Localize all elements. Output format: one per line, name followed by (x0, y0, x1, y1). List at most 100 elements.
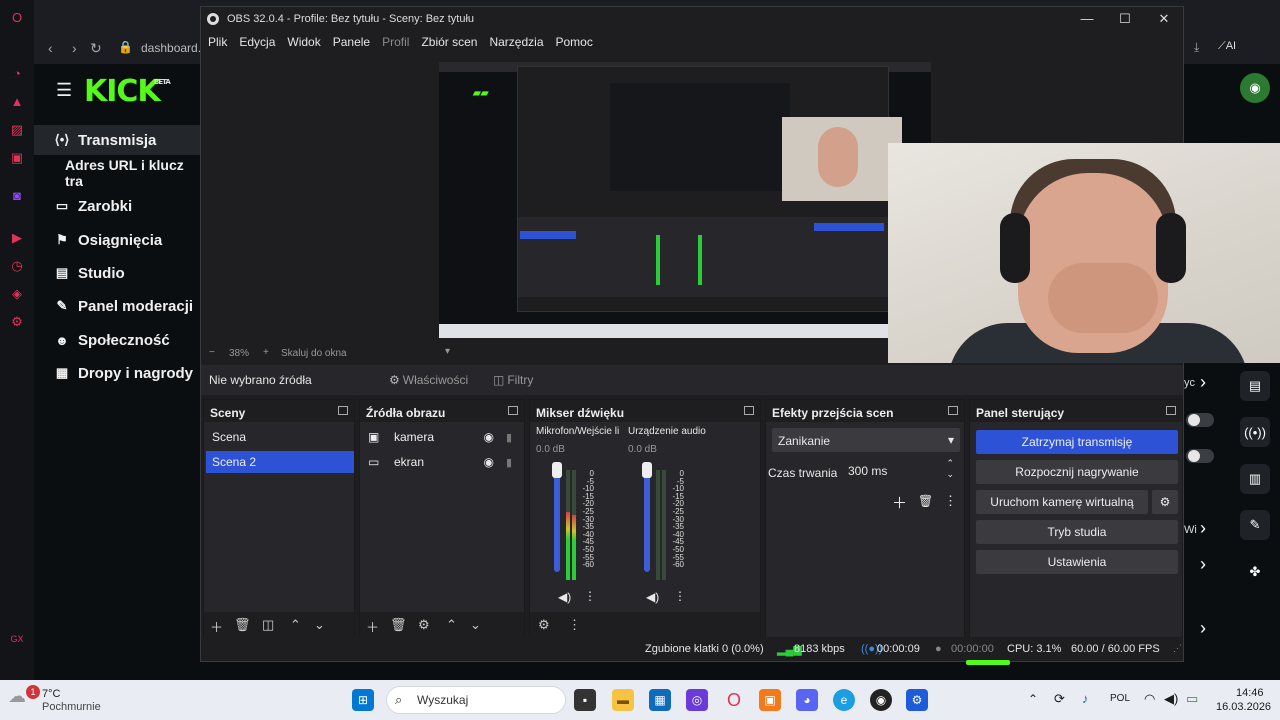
discord-icon[interactable]: ◕ (796, 689, 818, 711)
sidebar-app-icon[interactable]: ▲ (9, 94, 25, 110)
chevron-right-icon[interactable]: › (1200, 618, 1206, 639)
undock-icon[interactable] (948, 406, 958, 415)
scale-to-window-label[interactable]: Skaluj do okna (281, 348, 347, 359)
move-up-icon[interactable]: ⌃ (446, 617, 457, 633)
filter-icon[interactable]: ◫ (262, 617, 274, 633)
gear-icon[interactable]: ⚙ (538, 617, 550, 633)
sidebar-app-icon[interactable]: ▨ (9, 122, 25, 138)
virtual-camera-settings-button[interactable]: ⚙ (1152, 490, 1178, 514)
close-icon[interactable]: ✕ (1154, 11, 1174, 27)
wifi-icon[interactable]: ◠ (1144, 691, 1155, 707)
zoom-out-button[interactable]: − (209, 347, 215, 358)
nav-studio[interactable]: ▤ Studio (34, 258, 204, 288)
layout-icon[interactable]: ▥ (1240, 464, 1270, 494)
minimize-icon[interactable]: — (1077, 11, 1097, 26)
nav-dropy[interactable]: ▦ Dropy i nagrody (34, 358, 204, 388)
properties-button[interactable]: ⚙ Właściwości (389, 370, 468, 390)
sidebar-app-icon[interactable]: ▶ (9, 230, 25, 246)
more-options-icon[interactable]: ⋮ (944, 493, 957, 509)
stop-stream-button[interactable]: Zatrzymaj transmisję (976, 430, 1178, 454)
ai-button[interactable]: ⟋AI (1218, 40, 1236, 53)
more-options-icon[interactable]: ⋮ (674, 589, 686, 603)
scene-item[interactable]: Scena (206, 426, 354, 448)
undock-icon[interactable] (1166, 406, 1176, 415)
spinner-icon[interactable]: ⌃ ⌄ (946, 458, 954, 480)
apps-icon[interactable]: ✤ (1240, 557, 1270, 587)
volume-slider[interactable] (552, 462, 562, 572)
start-icon[interactable]: ⊞ (352, 689, 374, 711)
lock-icon[interactable]: ▮ (506, 456, 512, 469)
back-icon[interactable]: ‹ (48, 40, 53, 56)
nav-zarobki[interactable]: ▭ Zarobki (34, 191, 204, 221)
edge-icon[interactable]: e (833, 689, 855, 711)
nav-stream-key[interactable]: Adres URL i klucz tra (34, 157, 204, 189)
undock-icon[interactable] (508, 406, 518, 415)
gear-icon[interactable]: ⚙ (418, 617, 430, 633)
terminal-icon[interactable]: ▪ (574, 689, 596, 711)
more-options-icon[interactable]: ⋮ (584, 589, 596, 603)
more-options-icon[interactable]: ⋮ (568, 617, 581, 633)
opera-icon[interactable]: O (723, 689, 745, 711)
settings-icon[interactable]: ⚙ (9, 314, 25, 330)
move-down-icon[interactable]: ⌄ (314, 617, 325, 633)
menu-edit[interactable]: Edycja (239, 35, 275, 49)
scene-item-selected[interactable]: Scena 2 (206, 451, 354, 473)
volume-slider[interactable] (642, 462, 652, 572)
weather-desc[interactable]: Pochmurnie (42, 701, 101, 713)
volume-icon[interactable]: ◀) (1164, 691, 1178, 707)
clock-icon[interactable]: ◷ (9, 258, 25, 274)
menu-profile[interactable]: Profil (382, 35, 409, 49)
eye-icon[interactable]: ◉ (484, 430, 494, 444)
language-indicator[interactable]: POL (1110, 693, 1130, 704)
menu-file[interactable]: Plik (208, 35, 227, 49)
toggle-switch[interactable] (1186, 449, 1214, 463)
menu-docks[interactable]: Panele (333, 35, 370, 49)
speaker-icon[interactable]: ◀) (558, 590, 571, 604)
menu-tools[interactable]: Narzędzia (489, 35, 543, 49)
url-text[interactable]: dashboard. (141, 41, 201, 55)
source-item-ekran[interactable]: ▭ ekran ◉ ▮ (362, 451, 524, 473)
lock-icon[interactable]: ▮ (506, 431, 512, 444)
tray-icon[interactable]: ⟳ (1054, 691, 1065, 707)
chevron-down-icon[interactable]: ▾ (445, 346, 450, 357)
nav-panel-moderacji[interactable]: ✎ Panel moderacji (34, 291, 204, 321)
start-recording-button[interactable]: Rozpocznij nagrywanie (976, 460, 1178, 484)
sidebar-app-icon[interactable]: ▣ (9, 150, 25, 166)
move-up-icon[interactable]: ⌃ (290, 617, 301, 633)
source-item-kamera[interactable]: ▣ kamera ◉ ▮ (362, 426, 524, 448)
clock-date[interactable]: 16.03.2026 (1216, 701, 1271, 713)
menu-help[interactable]: Pomoc (556, 35, 593, 49)
download-icon[interactable]: ⤓ (1194, 40, 1199, 55)
trash-icon[interactable]: 🗑 (390, 617, 407, 633)
broadcast-icon[interactable]: ((•)) (1240, 417, 1270, 447)
microphone-icon[interactable]: ♪ (1082, 691, 1089, 706)
add-icon[interactable]: ＋ (210, 617, 223, 636)
eye-icon[interactable]: ◉ (484, 455, 494, 469)
reload-icon[interactable]: ↻ (90, 40, 102, 57)
preview-canvas[interactable]: ▰▰ (439, 62, 931, 338)
app-icon[interactable]: ⚙ (906, 689, 928, 711)
kick-logo[interactable]: KICK BETA (84, 74, 171, 109)
weather-temp[interactable]: 7°C (42, 688, 60, 700)
gx-icon[interactable]: GX (9, 634, 25, 650)
trash-icon[interactable]: 🗑 (918, 494, 933, 508)
nav-osiagniecia[interactable]: ⚑ Osiągnięcia (34, 225, 204, 255)
obs-icon[interactable]: ◉ (870, 689, 892, 711)
zoom-in-button[interactable]: + (263, 347, 269, 358)
avatar[interactable]: ◉ (1240, 73, 1270, 103)
clock-time[interactable]: 14:46 (1236, 687, 1264, 699)
filters-button[interactable]: ◫ Filtry (493, 370, 533, 390)
chat-icon[interactable]: ▤ (1240, 371, 1270, 401)
search-input[interactable]: ⌕ Wyszukaj (386, 686, 566, 714)
app-icon[interactable]: ◎ (686, 689, 708, 711)
chevron-up-icon[interactable]: ⌃ (1028, 692, 1038, 706)
folder-icon[interactable]: ▬ (612, 689, 634, 711)
maximize-icon[interactable]: ☐ (1115, 11, 1135, 27)
add-icon[interactable]: ＋ (366, 617, 379, 636)
settings-button[interactable]: Ustawienia (976, 550, 1178, 574)
battery-icon[interactable]: ▭ (1186, 691, 1198, 707)
chevron-right-icon[interactable]: › (1200, 554, 1206, 575)
nav-transmisja[interactable]: ⟨•⟩ Transmisja (34, 125, 204, 155)
app-icon[interactable]: ▣ (759, 689, 781, 711)
store-icon[interactable]: ▦ (649, 689, 671, 711)
